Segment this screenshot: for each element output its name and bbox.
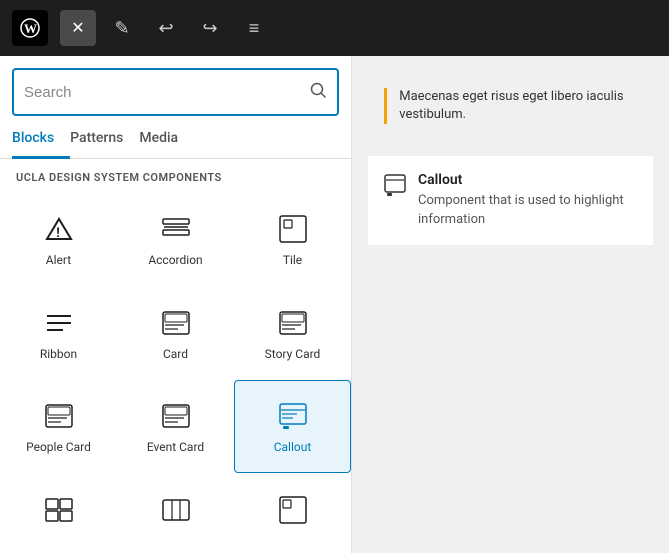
toolbar: W ✕ ✎ ↩ ↪ ≡ bbox=[0, 0, 669, 56]
search-box bbox=[12, 68, 339, 116]
close-icon: ✕ bbox=[71, 18, 84, 38]
tabs-bar: Blocks Patterns Media bbox=[0, 120, 351, 159]
redo-icon: ↪ bbox=[202, 18, 217, 39]
callout-desc-text: Component that is used to highlight info… bbox=[418, 192, 637, 228]
left-panel: Blocks Patterns Media UCLA DESIGN SYSTEM… bbox=[0, 56, 352, 553]
callout-icon bbox=[275, 398, 311, 434]
section-heading: UCLA DESIGN SYSTEM COMPONENTS bbox=[0, 159, 351, 192]
block-alert-label: Alert bbox=[46, 253, 71, 267]
callout-preview-bar: Maecenas eget risus eget libero iaculis … bbox=[368, 72, 653, 140]
block-tile[interactable]: Tile bbox=[234, 192, 351, 286]
block-row4-2-icon bbox=[158, 492, 194, 528]
block-row4-2[interactable] bbox=[117, 473, 234, 553]
block-row4-1[interactable] bbox=[0, 473, 117, 553]
redo-button[interactable]: ↪ bbox=[192, 10, 228, 46]
block-people-card-label: People Card bbox=[26, 440, 91, 454]
card-icon bbox=[158, 305, 194, 341]
people-card-icon bbox=[41, 398, 77, 434]
block-story-card[interactable]: Story Card bbox=[234, 286, 351, 380]
undo-icon: ↩ bbox=[158, 18, 173, 39]
ribbon-icon bbox=[41, 305, 77, 341]
block-card[interactable]: Card bbox=[117, 286, 234, 380]
block-alert[interactable]: ! Alert bbox=[0, 192, 117, 286]
block-tile-label: Tile bbox=[283, 253, 302, 267]
callout-accent-bar bbox=[384, 88, 387, 124]
tab-media[interactable]: Media bbox=[139, 120, 194, 159]
pencil-icon: ✎ bbox=[114, 18, 129, 39]
blocks-grid: ! Alert Accordion bbox=[0, 192, 351, 553]
block-accordion-label: Accordion bbox=[148, 253, 202, 267]
block-ribbon-label: Ribbon bbox=[40, 347, 77, 361]
block-card-label: Card bbox=[163, 347, 188, 361]
tab-blocks[interactable]: Blocks bbox=[12, 120, 70, 159]
list-view-button[interactable]: ≡ bbox=[236, 10, 272, 46]
callout-desc-content: Callout Component that is used to highli… bbox=[418, 172, 637, 228]
block-callout-label: Callout bbox=[274, 440, 312, 454]
tile-icon bbox=[275, 211, 311, 247]
wp-logo: W bbox=[12, 10, 48, 46]
main-content: Blocks Patterns Media UCLA DESIGN SYSTEM… bbox=[0, 56, 669, 553]
block-row4-3-icon bbox=[275, 492, 311, 528]
search-input[interactable] bbox=[24, 84, 309, 101]
block-callout[interactable]: Callout bbox=[234, 380, 351, 474]
search-icon bbox=[309, 81, 327, 104]
block-ribbon[interactable]: Ribbon bbox=[0, 286, 117, 380]
block-row4-1-icon bbox=[41, 492, 77, 528]
block-story-card-label: Story Card bbox=[265, 347, 321, 361]
search-section bbox=[0, 56, 351, 116]
callout-desc-title: Callout bbox=[418, 172, 637, 188]
svg-text:W: W bbox=[24, 21, 37, 36]
block-event-card-label: Event Card bbox=[147, 440, 204, 454]
alert-icon: ! bbox=[41, 211, 77, 247]
block-accordion[interactable]: Accordion bbox=[117, 192, 234, 286]
list-icon: ≡ bbox=[249, 18, 260, 39]
undo-button[interactable]: ↩ bbox=[148, 10, 184, 46]
tab-patterns[interactable]: Patterns bbox=[70, 120, 139, 159]
block-event-card[interactable]: Event Card bbox=[117, 380, 234, 474]
right-panel: Maecenas eget risus eget libero iaculis … bbox=[352, 56, 669, 553]
accordion-icon bbox=[158, 211, 194, 247]
close-button[interactable]: ✕ bbox=[60, 10, 96, 46]
callout-description-card: Callout Component that is used to highli… bbox=[368, 156, 653, 244]
event-card-icon bbox=[158, 398, 194, 434]
svg-text:!: ! bbox=[56, 226, 60, 241]
callout-preview-text: Maecenas eget risus eget libero iaculis … bbox=[399, 88, 637, 124]
block-row4-3[interactable] bbox=[234, 473, 351, 553]
callout-preview-card: Maecenas eget risus eget libero iaculis … bbox=[368, 72, 653, 140]
edit-button[interactable]: ✎ bbox=[104, 10, 140, 46]
story-card-icon bbox=[275, 305, 311, 341]
callout-desc-icon bbox=[384, 174, 406, 201]
block-people-card[interactable]: People Card bbox=[0, 380, 117, 474]
